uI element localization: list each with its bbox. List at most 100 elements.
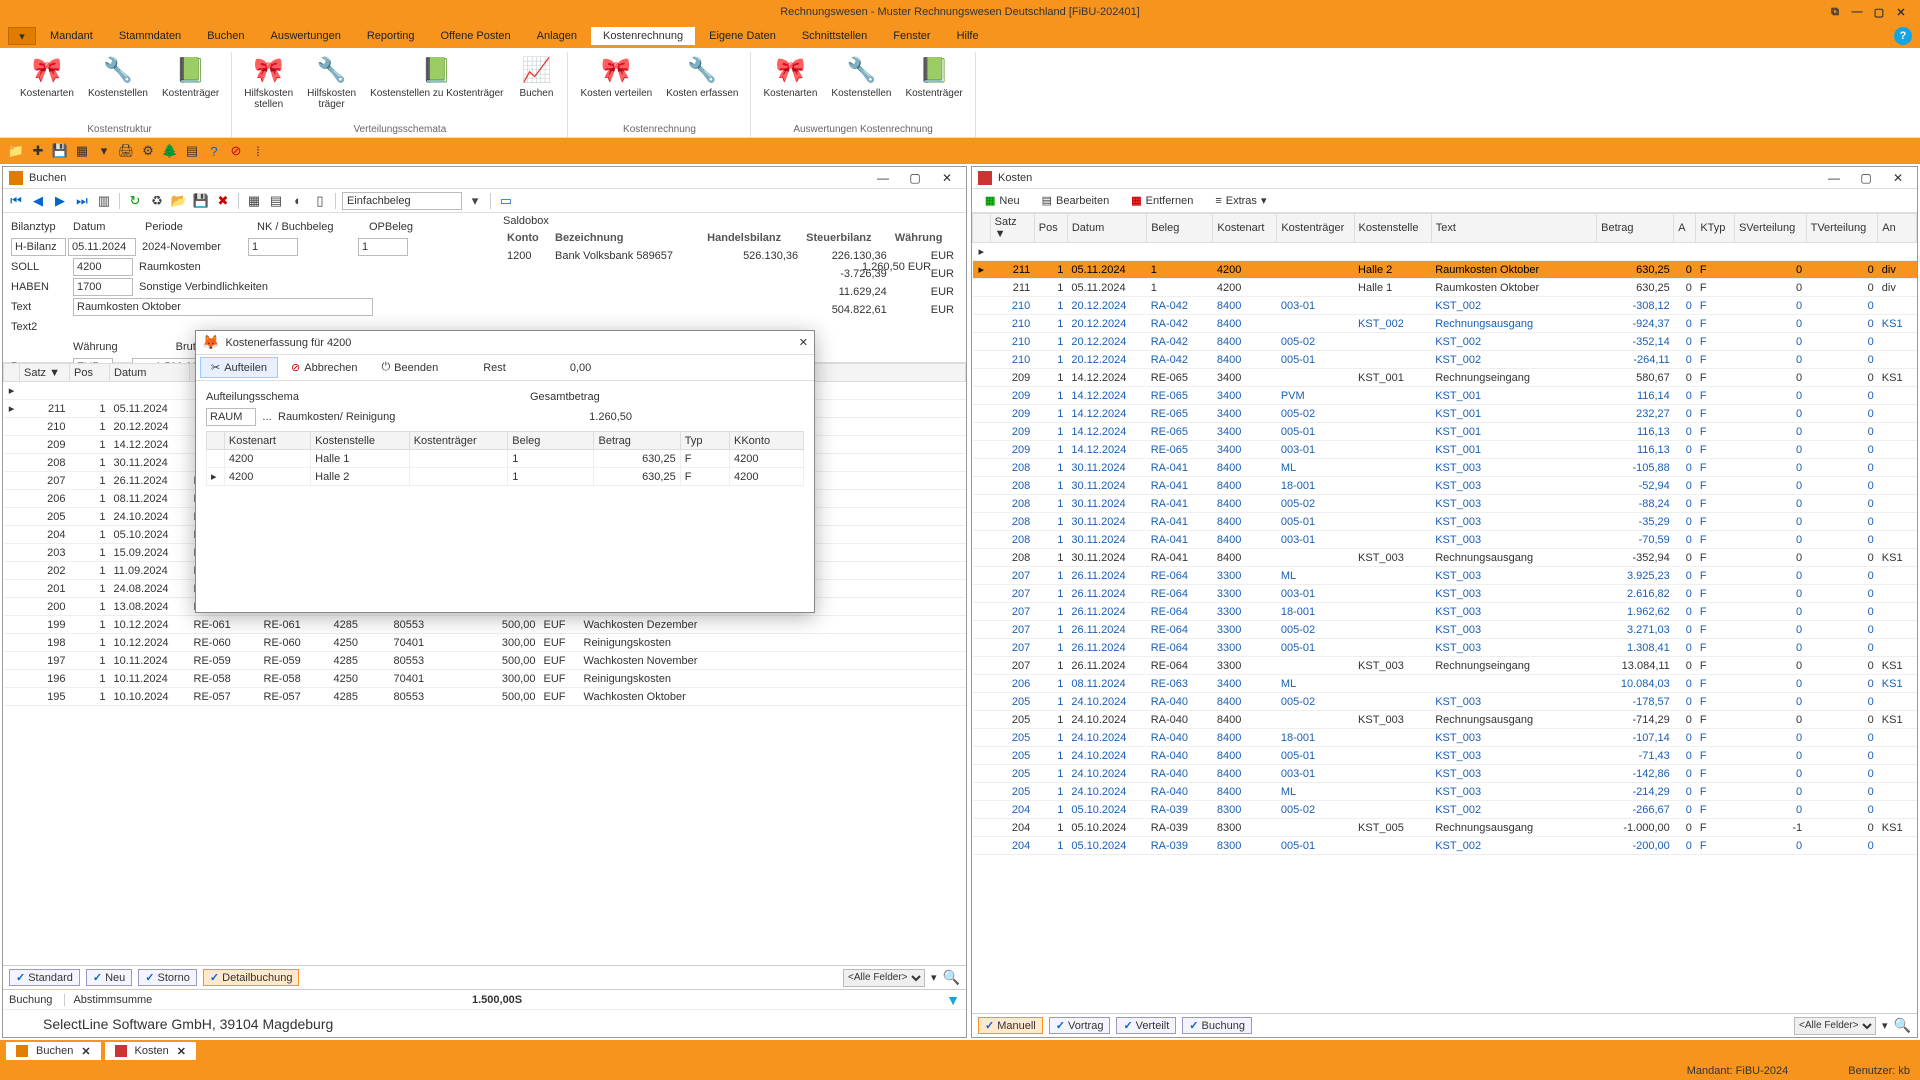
next-icon[interactable]: ▶ — [51, 192, 69, 210]
menu-eigene daten[interactable]: Eigene Daten — [697, 27, 788, 45]
gear-icon[interactable]: ⚙ — [140, 143, 156, 159]
cancel-icon[interactable]: ⊘ — [228, 143, 244, 159]
menu-anlagen[interactable]: Anlagen — [525, 27, 589, 45]
menu-kostenrechnung[interactable]: Kostenrechnung — [591, 27, 695, 45]
pane-close-icon[interactable]: ✕ — [934, 169, 960, 187]
first-icon[interactable]: ⏮ — [7, 192, 25, 210]
tree-icon[interactable]: 🌲 — [162, 143, 178, 159]
table-row[interactable]: 196110.11.2024RE-058RE-058425070401300,0… — [4, 670, 966, 688]
ribbon-kostentrger[interactable]: 📗Kostenträger — [899, 52, 968, 101]
bearbeiten-button[interactable]: ▤Bearbeiten — [1033, 191, 1119, 210]
app-menu-icon[interactable]: ▾ — [8, 27, 36, 45]
table-row[interactable]: 205124.10.2024RA-0408400005-01KST_003-71… — [973, 747, 1917, 765]
ribbon-kostentrger[interactable]: 📗Kostenträger — [156, 52, 225, 101]
down-icon[interactable]: ▾ — [96, 143, 112, 159]
chk-buchung[interactable]: ✓Buchung — [1182, 1017, 1252, 1034]
grid2-icon[interactable]: ▤ — [267, 192, 285, 210]
grid-icon[interactable]: ▤ — [184, 143, 200, 159]
table-row[interactable]: 205124.10.2024RA-0408400005-02KST_003-17… — [973, 693, 1917, 711]
ribbon-kostenstellen[interactable]: 🔧Kostenstellen — [825, 52, 897, 101]
schema-lookup-icon[interactable]: ... — [258, 411, 276, 423]
datum-input[interactable]: 05.11.2024 — [68, 238, 136, 256]
aufteilen-button[interactable]: ✂Aufteilen — [200, 357, 278, 378]
pane-max-icon[interactable]: ▢ — [1853, 169, 1879, 187]
chk-neu[interactable]: ✓Neu — [86, 969, 132, 986]
kosten-grid[interactable]: Satz ▼PosDatumBelegKostenartKostenträger… — [972, 213, 1917, 1013]
chk-manuell[interactable]: ✓Manuell — [978, 1017, 1043, 1034]
more-icon[interactable]: ⁞ — [250, 143, 266, 159]
ribbon-hilfskostentrger[interactable]: 🔧Hilfskostenträger — [301, 52, 362, 112]
table-row[interactable]: 209114.12.2024RE-0653400PVMKST_001116,14… — [973, 387, 1917, 405]
table-row[interactable]: 208130.11.2024RA-0418400005-02KST_003-88… — [973, 495, 1917, 513]
table-row[interactable]: 195110.10.2024RE-057RE-057428580553500,0… — [4, 688, 966, 706]
menu-stammdaten[interactable]: Stammdaten — [107, 27, 193, 45]
table-row[interactable]: 210120.12.2024RA-0428400KST_002Rechnungs… — [973, 315, 1917, 333]
save2-icon[interactable]: 💾 — [192, 192, 210, 210]
search-icon[interactable]: 🔍 — [943, 969, 960, 986]
filter-select[interactable]: <Alle Felder> — [843, 969, 925, 987]
ribbon-kostenarten[interactable]: 🎀Kostenarten — [14, 52, 80, 101]
maximize-icon[interactable]: ▢ — [1868, 3, 1890, 21]
filter-icon[interactable]: ▼ — [946, 992, 960, 1008]
last-icon[interactable]: ⏭ — [73, 192, 91, 210]
table-row[interactable]: 204105.10.2024RA-0398300005-02KST_002-26… — [973, 801, 1917, 819]
menu-schnittstellen[interactable]: Schnittstellen — [790, 27, 879, 45]
table-row[interactable]: 206108.11.2024RE-0633400ML10.084,030F00K… — [973, 675, 1917, 693]
beleg-type-input[interactable] — [342, 192, 462, 210]
prev-icon[interactable]: ◀ — [29, 192, 47, 210]
table-row[interactable]: 199110.12.2024RE-061RE-061428580553500,0… — [4, 616, 966, 634]
dot-icon[interactable]: ◐ — [289, 192, 307, 210]
ribbon-kostenstellenzukostentrger[interactable]: 📗Kostenstellen zu Kostenträger — [364, 52, 509, 112]
soll-konto-input[interactable]: 4200 — [73, 258, 133, 276]
op-input[interactable]: 1 — [358, 238, 408, 256]
dd-icon[interactable]: ▾ — [466, 192, 484, 210]
nk-input[interactable]: 1 — [248, 238, 298, 256]
table-row[interactable]: 208130.11.2024RA-0418400KST_003Rechnungs… — [973, 549, 1917, 567]
table-row[interactable]: 205124.10.2024RA-0408400MLKST_003-214,29… — [973, 783, 1917, 801]
table-row[interactable]: 197110.11.2024RE-059RE-059428580553500,0… — [4, 652, 966, 670]
extras-button[interactable]: ≡Extras▾ — [1206, 191, 1275, 210]
ribbon-kostenstellen[interactable]: 🔧Kostenstellen — [82, 52, 154, 101]
table-row[interactable]: 210120.12.2024RA-0428400005-01KST_002-26… — [973, 351, 1917, 369]
print-icon[interactable]: 🖨 — [118, 143, 134, 159]
table-row[interactable]: 210120.12.2024RA-0428400005-02KST_002-35… — [973, 333, 1917, 351]
dialog-close-icon[interactable]: ✕ — [799, 336, 808, 349]
ribbon-hilfskostenstellen[interactable]: 🎀Hilfskostenstellen — [238, 52, 299, 112]
pane-min-icon[interactable]: — — [870, 169, 896, 187]
table-row[interactable]: 205124.10.2024RA-0408400KST_003Rechnungs… — [973, 711, 1917, 729]
aufteilung-grid[interactable]: KostenartKostenstelleKostenträgerBelegBe… — [206, 431, 804, 486]
ribbon-kostenarten[interactable]: 🎀Kostenarten — [757, 52, 823, 101]
table-row[interactable]: 4200Halle 11630,25F4200 — [207, 450, 804, 468]
recycle-icon[interactable]: ♻ — [148, 192, 166, 210]
pane-min-icon[interactable]: — — [1821, 169, 1847, 187]
table-row[interactable]: 208130.11.2024RA-0418400003-01KST_003-70… — [973, 531, 1917, 549]
abbrechen-button[interactable]: ⊘Abbrechen — [280, 357, 368, 378]
minimize-icon[interactable]: — — [1846, 3, 1868, 21]
table-row[interactable]: 207126.11.2024RE-0643300KST_003Rechnungs… — [973, 657, 1917, 675]
beenden-button[interactable]: ⏻Beenden — [370, 357, 449, 378]
page-icon[interactable]: ▥ — [95, 192, 113, 210]
table-row[interactable]: 209114.12.2024RE-0653400KST_001Rechnungs… — [973, 369, 1917, 387]
table-row[interactable]: 208130.11.2024RA-0418400005-01KST_003-35… — [973, 513, 1917, 531]
menu-auswertungen[interactable]: Auswertungen — [259, 27, 353, 45]
bilanztyp-input[interactable]: H-Bilanz — [11, 238, 66, 256]
tab-close-icon[interactable]: ✕ — [177, 1045, 186, 1058]
table-row[interactable]: 209114.12.2024RE-0653400005-01KST_001116… — [973, 423, 1917, 441]
text-input[interactable]: Raumkosten Oktober — [73, 298, 373, 316]
help-icon[interactable]: ? — [1894, 27, 1912, 45]
haben-konto-input[interactable]: 1700 — [73, 278, 133, 296]
table-row[interactable]: 204105.10.2024RA-0398300KST_005Rechnungs… — [973, 819, 1917, 837]
table-icon[interactable]: ▦ — [74, 143, 90, 159]
card-icon[interactable]: ▭ — [497, 192, 515, 210]
entfernen-button[interactable]: ▦Entfernen — [1122, 191, 1202, 210]
table-row[interactable]: 207126.11.2024RE-0643300003-01KST_0032.6… — [973, 585, 1917, 603]
menu-reporting[interactable]: Reporting — [355, 27, 427, 45]
table-row[interactable]: 209114.12.2024RE-0653400003-01KST_001116… — [973, 441, 1917, 459]
table-row[interactable]: 211105.11.202414200Halle 1Raumkosten Okt… — [973, 279, 1917, 297]
tab-kosten[interactable]: Kosten✕ — [105, 1042, 196, 1060]
restore-icon[interactable]: ⧉ — [1824, 3, 1846, 21]
table-row[interactable]: 209114.12.2024RE-0653400005-02KST_001232… — [973, 405, 1917, 423]
folder-icon[interactable]: 📁 — [8, 143, 24, 159]
chk-vortrag[interactable]: ✓Vortrag — [1049, 1017, 1111, 1034]
dd2-icon[interactable]: ▾ — [931, 971, 937, 984]
